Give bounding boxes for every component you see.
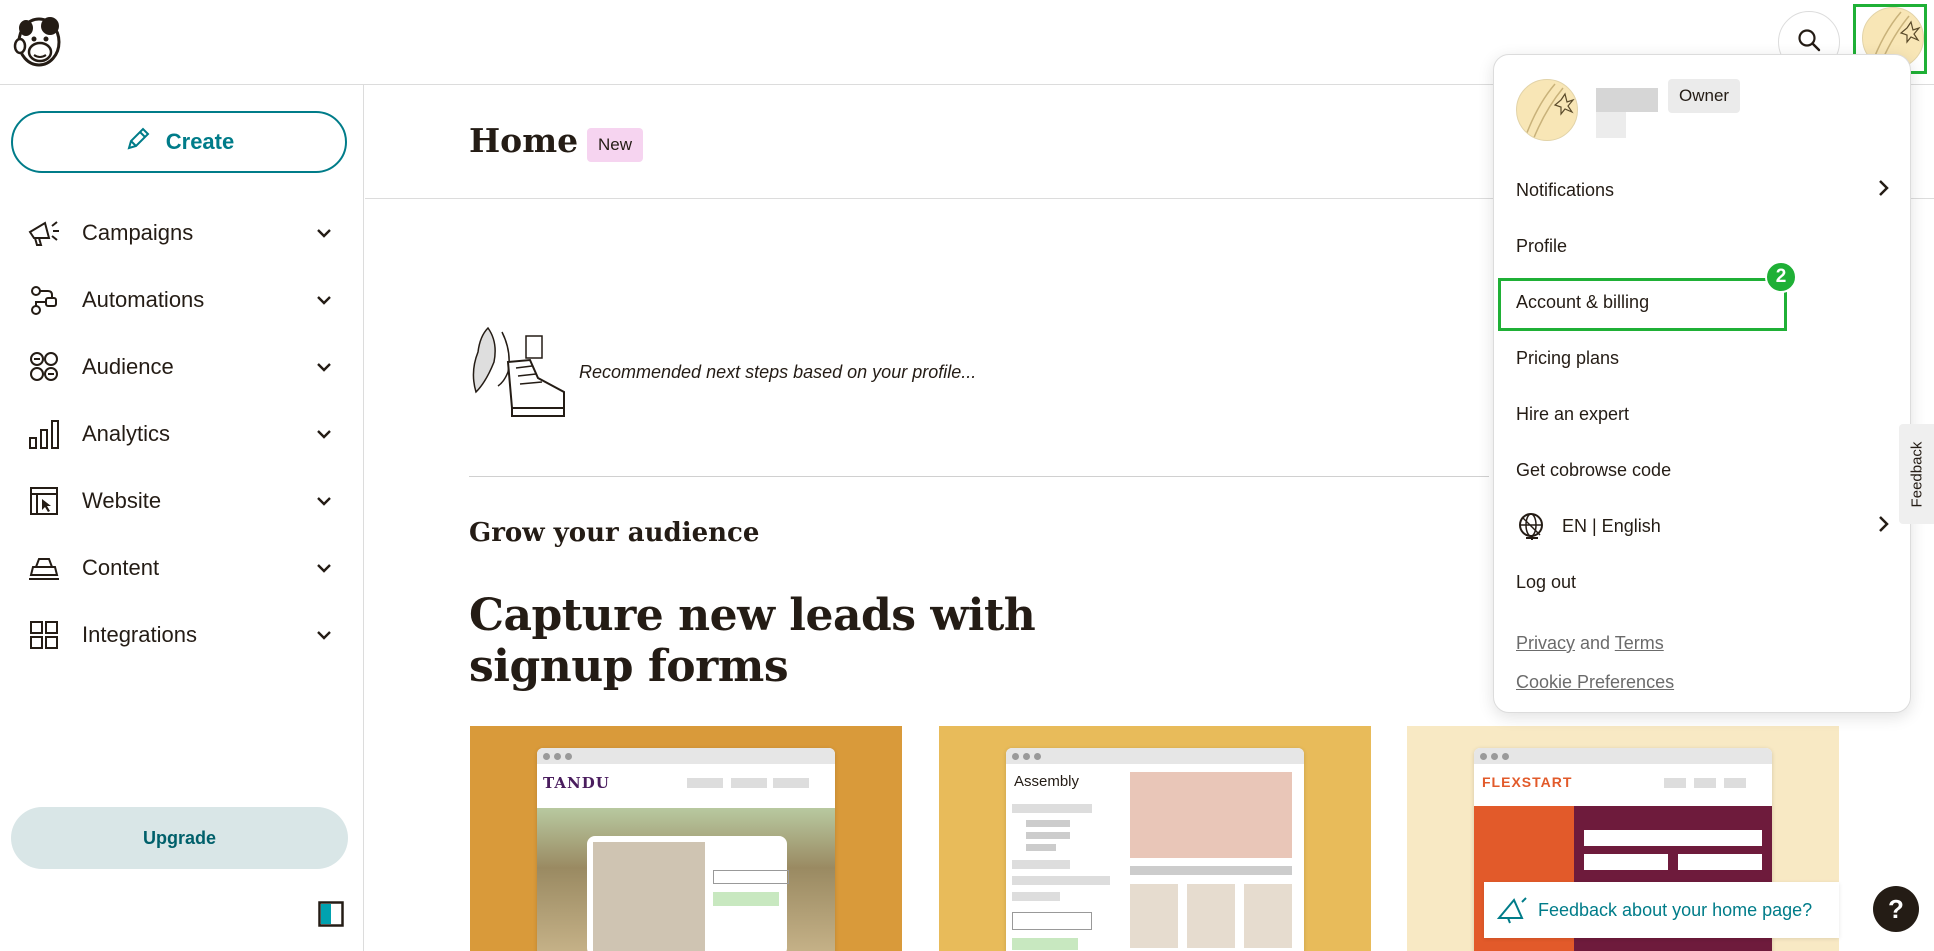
page-title: Home	[469, 121, 579, 160]
sidebar-item-website[interactable]: Website	[26, 477, 344, 525]
new-badge: New	[587, 128, 644, 162]
sidebar-item-integrations[interactable]: Integrations	[26, 611, 344, 659]
website-icon	[26, 483, 62, 519]
signup-form-card-assembly[interactable]: Assembly	[939, 726, 1371, 951]
avatar	[1516, 79, 1578, 141]
megaphone-icon	[1496, 896, 1528, 924]
menu-item-hire-expert[interactable]: Hire an expert	[1516, 396, 1890, 432]
feedback-home-button[interactable]: Feedback about your home page?	[1484, 882, 1839, 938]
menu-item-cobrowse[interactable]: Get cobrowse code	[1516, 452, 1890, 488]
browser-mockup: TANDU	[537, 748, 835, 951]
redacted-username	[1596, 88, 1658, 112]
sidebar-item-label: Analytics	[82, 421, 171, 446]
sidebar-item-audience[interactable]: Audience	[26, 343, 344, 391]
chevron-down-icon	[312, 623, 336, 647]
sidebar-item-analytics[interactable]: Analytics	[26, 410, 344, 458]
signup-form-card-tandu[interactable]: TANDU	[470, 726, 902, 951]
grid-icon	[26, 617, 62, 653]
chevron-down-icon	[312, 355, 336, 379]
sidebar-item-label: Automations	[82, 287, 205, 312]
create-button[interactable]: Create	[11, 111, 347, 173]
chevron-down-icon	[312, 221, 336, 245]
upgrade-button[interactable]: Upgrade	[11, 807, 348, 869]
sidebar-item-campaigns[interactable]: Campaigns	[26, 209, 344, 257]
globe-icon	[1516, 510, 1548, 542]
menu-item-profile[interactable]: Profile	[1516, 228, 1890, 264]
megaphone-icon	[26, 215, 62, 251]
brand-label: TANDU	[543, 774, 610, 792]
sidebar-item-label: Website	[82, 488, 162, 513]
audience-icon	[26, 349, 62, 385]
sidebar-collapse-icon[interactable]	[318, 901, 344, 927]
search-icon	[1796, 27, 1822, 58]
sidebar: Create Campaigns Automations Audience An…	[0, 85, 364, 951]
menu-item-notifications[interactable]: Notifications	[1516, 172, 1890, 208]
recommend-text: Recommended next steps based on your pro…	[579, 362, 977, 382]
owner-badge: Owner	[1668, 79, 1741, 113]
sidebar-item-automations[interactable]: Automations	[26, 276, 344, 324]
mailchimp-logo-icon[interactable]	[12, 12, 66, 70]
feedback-home-label: Feedback about your home page?	[1538, 899, 1813, 920]
brand-label: FLEXSTART	[1482, 774, 1573, 790]
sidebar-item-label: Audience	[82, 354, 174, 379]
feedback-tab-label: Feedback	[1908, 441, 1925, 507]
brand-label: Assembly	[1014, 773, 1080, 790]
create-label: Create	[165, 129, 235, 154]
chevron-down-icon	[312, 422, 336, 446]
and-text: and	[1580, 633, 1611, 653]
grow-audience-heading: Grow your audience	[469, 518, 760, 548]
sidebar-item-content[interactable]: Content	[26, 544, 344, 592]
chevron-right-icon	[1878, 515, 1890, 538]
pencil-icon	[124, 125, 152, 159]
sidebar-item-label: Content	[82, 555, 160, 580]
annotation-badge-2: 2	[1765, 261, 1797, 293]
capture-leads-heading: Capture new leads with signup forms	[469, 590, 1036, 692]
sidebar-item-label: Campaigns	[82, 220, 194, 245]
chevron-down-icon	[312, 489, 336, 513]
automations-icon	[26, 282, 62, 318]
divider	[469, 476, 1489, 477]
chevron-right-icon	[1878, 179, 1890, 202]
sneaker-illustration-icon	[468, 322, 570, 422]
content-icon	[26, 550, 62, 586]
help-button[interactable]: ?	[1873, 886, 1919, 932]
browser-mockup: Assembly	[1006, 748, 1304, 951]
legal-links: Privacy and Terms	[1516, 633, 1664, 654]
account-dropdown-menu: Owner Notifications Profile Account & bi…	[1493, 54, 1911, 713]
menu-item-pricing-plans[interactable]: Pricing plans	[1516, 340, 1890, 376]
chevron-down-icon	[312, 288, 336, 312]
bar-chart-icon	[26, 416, 62, 452]
chevron-down-icon	[312, 556, 336, 580]
redacted-username	[1596, 112, 1626, 138]
sidebar-item-label: Integrations	[82, 622, 197, 647]
menu-item-logout[interactable]: Log out	[1516, 564, 1890, 600]
cookie-footer: Cookie Preferences	[1516, 672, 1674, 693]
feedback-tab[interactable]: Feedback	[1899, 424, 1934, 524]
menu-item-account-billing[interactable]: Account & billing	[1516, 284, 1890, 320]
cookie-preferences-link[interactable]: Cookie Preferences	[1516, 672, 1674, 692]
menu-item-language[interactable]: EN | English	[1516, 508, 1890, 544]
privacy-link[interactable]: Privacy	[1516, 633, 1575, 653]
terms-link[interactable]: Terms	[1615, 633, 1664, 653]
